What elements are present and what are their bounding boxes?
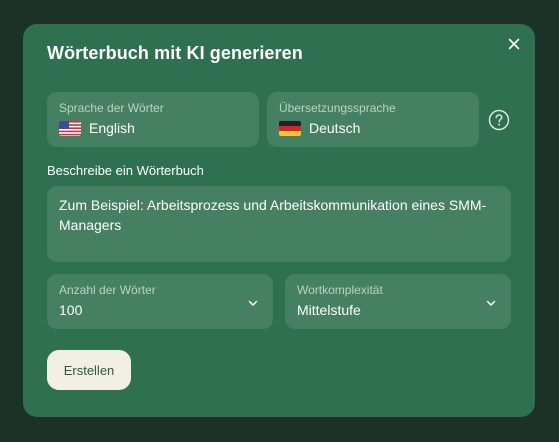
complexity-value: Mittelstufe [297,302,361,318]
source-language-label: Sprache der Wörter [59,101,164,115]
dialog-title: Wörterbuch mit KI generieren [47,43,303,63]
source-language-select[interactable]: Sprache der Wörter English [47,92,259,147]
create-button[interactable]: Erstellen [47,350,131,390]
target-language-value: Deutsch [309,120,361,136]
target-language-select[interactable]: Übersetzungssprache Deutsch [267,92,479,147]
chevron-down-icon [485,296,497,308]
chevron-down-icon [247,296,259,308]
word-count-label: Anzahl der Wörter [59,283,156,297]
help-icon[interactable] [488,109,510,131]
source-language-value: English [89,120,135,136]
complexity-select[interactable]: Wortkomplexität Mittelstufe [285,274,511,329]
generate-dictionary-dialog: Wörterbuch mit KI generieren Sprache der… [23,24,535,417]
description-label: Beschreibe ein Wörterbuch [47,163,204,178]
complexity-label: Wortkomplexität [297,283,383,297]
de-flag-icon [279,120,301,136]
word-count-select[interactable]: Anzahl der Wörter 100 [47,274,273,329]
word-count-value: 100 [59,302,83,318]
us-flag-icon [59,120,81,136]
target-language-label: Übersetzungssprache [279,101,396,115]
description-input[interactable]: Zum Beispiel: Arbeitsprozess und Arbeits… [47,186,511,262]
close-icon[interactable] [505,35,523,53]
